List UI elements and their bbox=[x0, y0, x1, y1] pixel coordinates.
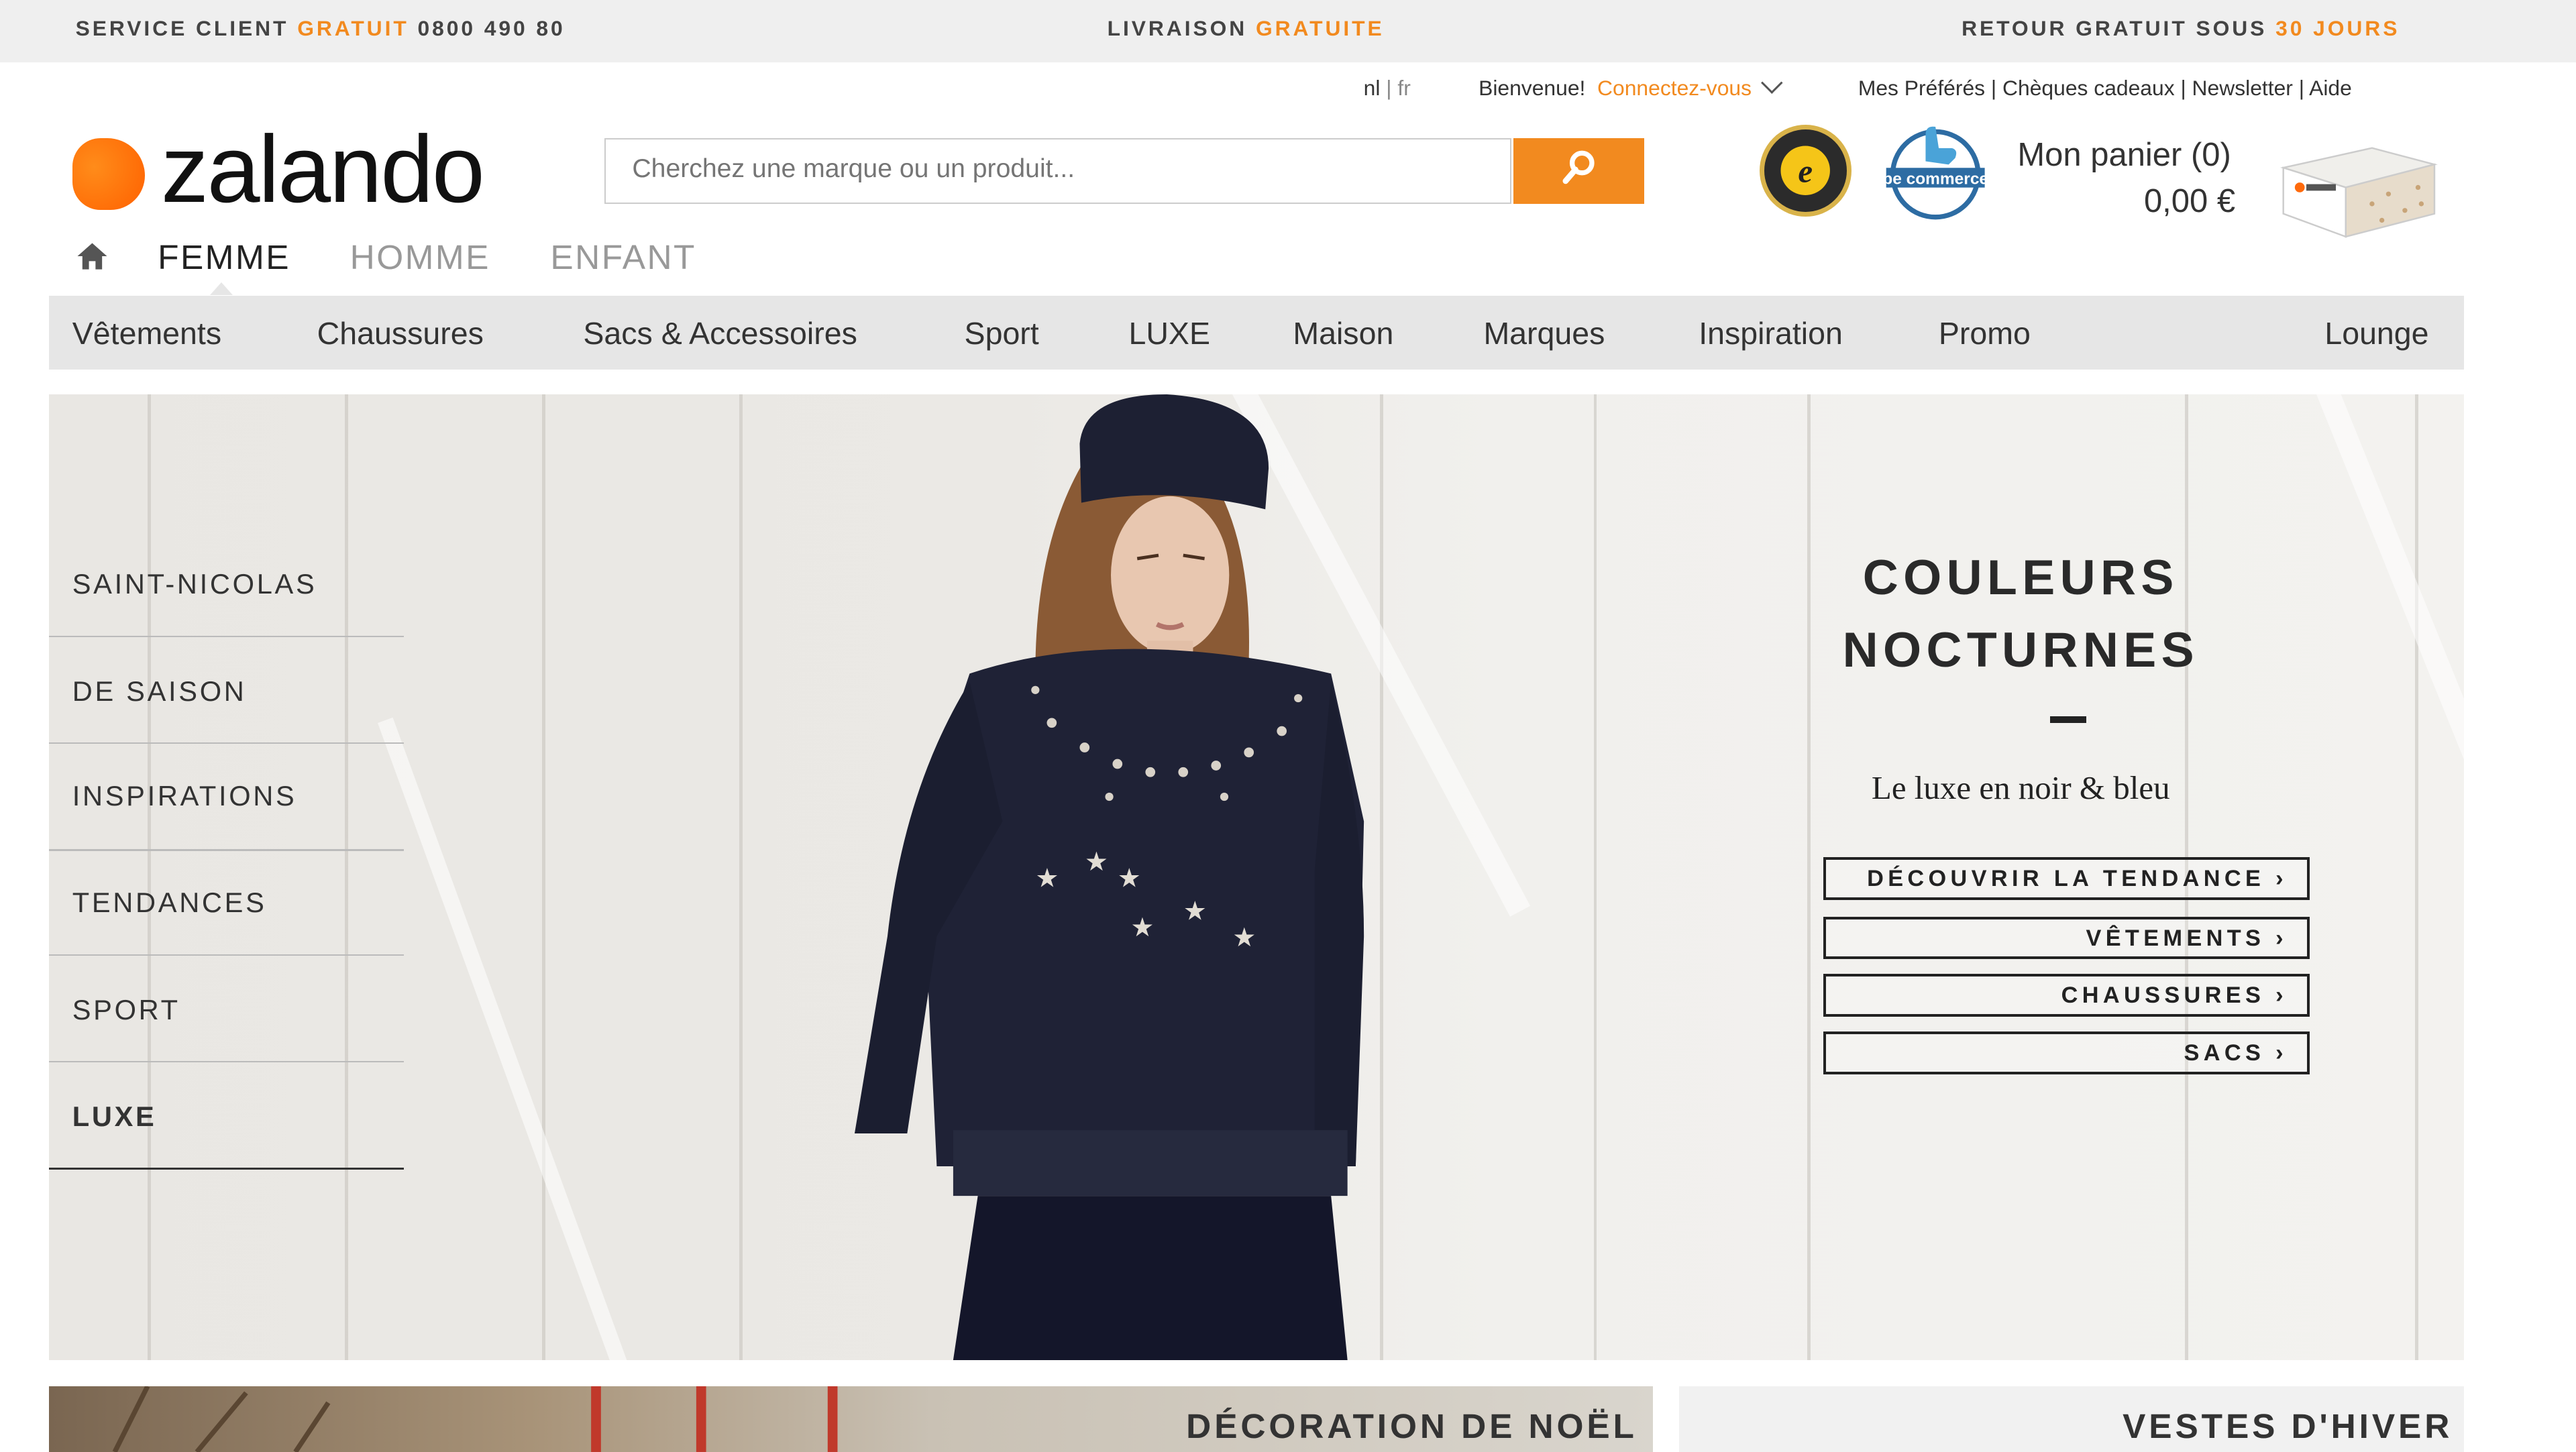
search-input[interactable] bbox=[606, 139, 1513, 199]
category-chaussures[interactable]: Chaussures bbox=[317, 315, 484, 351]
service-client-prefix: SERVICE CLIENT bbox=[75, 16, 289, 41]
side-menu-saint-nicolas[interactable]: SAINT-NICOLAS bbox=[72, 568, 427, 600]
side-menu-divider bbox=[49, 1168, 405, 1170]
side-menu-divider bbox=[49, 1061, 405, 1063]
trusted-shops-badge-icon[interactable]: e bbox=[1759, 125, 1852, 217]
search-icon bbox=[1562, 150, 1595, 184]
svg-text:be commerce: be commerce bbox=[1882, 170, 1988, 188]
lang-separator: | bbox=[1386, 75, 1392, 100]
side-menu-inspirations[interactable]: INSPIRATIONS bbox=[72, 780, 427, 812]
tile-vestes-hiver-title: VESTES D'HIVER bbox=[2123, 1406, 2453, 1446]
side-menu-divider bbox=[49, 635, 405, 638]
delivery-prefix: LIVRAISON bbox=[1107, 16, 1248, 41]
service-bar: SERVICE CLIENT GRATUIT 0800 490 80 LIVRA… bbox=[0, 0, 2576, 63]
chaussures-button[interactable]: CHAUSSURES › bbox=[1823, 974, 2310, 1017]
side-menu-divider bbox=[49, 742, 405, 744]
welcome-text: Bienvenue! bbox=[1479, 75, 1586, 100]
category-maison[interactable]: Maison bbox=[1293, 315, 1393, 351]
return-prefix: RETOUR GRATUIT SOUS bbox=[1962, 16, 2267, 41]
tile-decoration-noel[interactable]: DÉCORATION DE NOËL bbox=[49, 1386, 1653, 1452]
logo-mark-icon bbox=[72, 137, 145, 211]
home-icon[interactable] bbox=[76, 241, 109, 271]
side-menu-luxe[interactable]: LUXE bbox=[72, 1101, 427, 1133]
side-menu-de-saison[interactable]: DE SAISON bbox=[72, 675, 427, 708]
tile-vestes-hiver[interactable]: VESTES D'HIVER bbox=[1678, 1386, 2465, 1452]
side-menu-tendances[interactable]: TENDANCES bbox=[72, 887, 427, 919]
logo-text: zalando bbox=[160, 116, 485, 223]
category-marques[interactable]: Marques bbox=[1483, 315, 1605, 351]
discover-trend-button[interactable]: DÉCOUVRIR LA TENDANCE › bbox=[1823, 857, 2310, 901]
login-link[interactable]: Connectez-vous bbox=[1597, 76, 1752, 100]
return-info: RETOUR GRATUIT SOUS 30 JOURS bbox=[1962, 16, 2400, 41]
cart-box-icon[interactable] bbox=[2273, 138, 2438, 240]
category-sacs-accessoires[interactable]: Sacs & Accessoires bbox=[583, 315, 857, 351]
side-menu-divider bbox=[49, 849, 405, 851]
hero-headline-line2: NOCTURNES bbox=[1842, 621, 2199, 677]
hero-divider bbox=[2050, 716, 2087, 723]
tab-enfant[interactable]: ENFANT bbox=[550, 237, 696, 277]
side-menu-sport[interactable]: SPORT bbox=[72, 994, 427, 1026]
search-button[interactable] bbox=[1513, 137, 1645, 204]
svg-text:e: e bbox=[1798, 152, 1813, 189]
svg-text:★: ★ bbox=[1232, 923, 1256, 953]
category-sport[interactable]: Sport bbox=[965, 315, 1039, 351]
sacs-button[interactable]: SACS › bbox=[1823, 1031, 2310, 1074]
cart-amount: 0,00 € bbox=[2143, 182, 2236, 219]
active-tab-indicator bbox=[210, 282, 233, 296]
hero-tagline: Le luxe en noir & bleu bbox=[1871, 769, 2170, 807]
cart-label[interactable]: Mon panier (0) bbox=[2017, 136, 2231, 174]
lang-fr-link[interactable]: fr bbox=[1397, 76, 1410, 100]
delivery-highlight: GRATUITE bbox=[1255, 16, 1385, 41]
account-area: Bienvenue! Connectez-vous bbox=[1479, 72, 1782, 101]
return-highlight: 30 JOURS bbox=[2275, 16, 2400, 41]
tab-homme[interactable]: HOMME bbox=[350, 237, 490, 277]
category-promo[interactable]: Promo bbox=[1939, 315, 2031, 351]
svg-text:★: ★ bbox=[1117, 863, 1140, 893]
service-client-info: SERVICE CLIENT GRATUIT 0800 490 80 bbox=[76, 16, 566, 41]
svg-text:★: ★ bbox=[1084, 847, 1108, 877]
svg-text:★: ★ bbox=[1183, 896, 1206, 926]
lang-nl-link[interactable]: nl bbox=[1364, 76, 1381, 100]
search-box bbox=[604, 137, 1513, 204]
vetements-button[interactable]: VÊTEMENTS › bbox=[1823, 916, 2310, 960]
hero-headline-line1: COULEURS bbox=[1862, 549, 2179, 605]
category-nav: Vêtements Chaussures Sacs & Accessoires … bbox=[49, 295, 2465, 370]
chevron-down-icon[interactable] bbox=[1760, 72, 1782, 93]
becommerce-badge-icon[interactable]: be commerce bbox=[1876, 112, 1994, 221]
category-inspiration[interactable]: Inspiration bbox=[1699, 315, 1843, 351]
service-client-phone: 0800 490 80 bbox=[417, 16, 566, 41]
language-switch: nl | fr bbox=[1364, 76, 1411, 101]
side-menu-divider bbox=[49, 954, 405, 956]
svg-text:★: ★ bbox=[1130, 913, 1154, 943]
model-photo: ★ ★ ★ ★ ★ ★ bbox=[854, 394, 1364, 1360]
category-luxe[interactable]: LUXE bbox=[1128, 315, 1210, 351]
category-lounge[interactable]: Lounge bbox=[2324, 315, 2428, 351]
tab-femme[interactable]: FEMME bbox=[158, 237, 290, 277]
tile-decoration-noel-title: DÉCORATION DE NOËL bbox=[1186, 1406, 1638, 1446]
service-client-highlight: GRATUIT bbox=[297, 16, 409, 41]
utility-links[interactable]: Mes Préférés | Chèques cadeaux | Newslet… bbox=[1858, 76, 2352, 101]
svg-text:★: ★ bbox=[1035, 863, 1059, 893]
delivery-info: LIVRAISON GRATUITE bbox=[1108, 16, 1385, 41]
category-vetements[interactable]: Vêtements bbox=[72, 315, 221, 351]
